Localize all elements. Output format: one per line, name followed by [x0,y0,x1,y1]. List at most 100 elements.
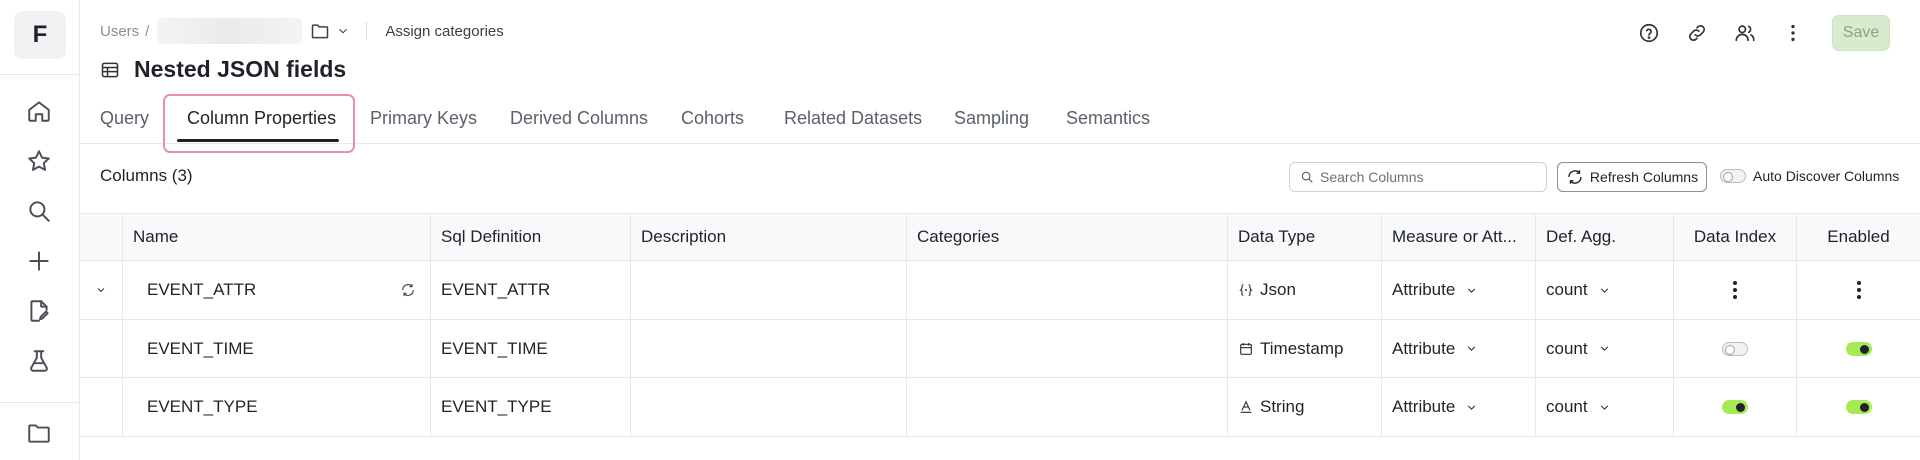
default-aggregation-dropdown[interactable]: count [1536,378,1674,436]
assign-categories-link[interactable]: Assign categories [385,23,503,40]
column-name: EVENT_ATTR [147,280,257,299]
chevron-down-icon [339,28,348,34]
cell-name[interactable]: EVENT_TIME [123,320,431,377]
enabled-toggle[interactable] [1845,341,1872,356]
header-data-type[interactable]: Data Type [1228,214,1382,260]
breadcrumb-users-link[interactable]: Users [100,23,139,40]
search-columns-input[interactable] [1320,169,1540,185]
help-icon[interactable] [1636,20,1662,46]
tab-related-datasets[interactable]: Related Datasets [784,108,922,129]
columns-count-heading: Columns (3) [100,166,193,185]
data-index-toggle[interactable] [1722,400,1748,414]
data-index-cell [1674,378,1797,436]
cell-name[interactable]: EVENT_ATTR [123,261,431,319]
enabled-toggle[interactable] [1845,400,1872,414]
more-vertical-icon[interactable] [1780,20,1806,46]
auto-discover-columns: Auto Discover Columns [1720,168,1899,184]
star-icon[interactable] [24,146,54,176]
header-categories[interactable]: Categories [907,214,1228,260]
columns-table: Name Sql Definition Description Categori… [80,213,1920,437]
default-aggregation-dropdown[interactable]: count [1536,261,1674,319]
cell-data-type[interactable]: String [1228,378,1382,436]
measure-attribute-dropdown[interactable]: Attribute [1382,320,1536,377]
sidebar-divider [0,74,80,75]
enabled-menu[interactable] [1797,261,1920,319]
breadcrumb-separator: / [145,22,150,40]
header-default-aggregation[interactable]: Def. Agg. [1536,214,1674,260]
chevron-down-icon [1600,404,1608,410]
tab-primary-keys[interactable]: Primary Keys [370,108,477,129]
app-logo[interactable]: F [14,11,66,59]
cell-sql-definition[interactable]: EVENT_TYPE [431,378,631,436]
tab-query[interactable]: Query [100,108,149,129]
chevron-down-icon [97,288,105,293]
breadcrumb: Users / Assign categories [100,18,504,44]
expand-row-button[interactable] [80,261,123,319]
expand-cell [80,320,123,377]
save-button[interactable]: Save [1832,15,1890,51]
header-sql-definition[interactable]: Sql Definition [431,214,631,260]
more-vertical-icon [1856,281,1862,299]
header-measure-or-attribute[interactable]: Measure or Att... [1382,214,1536,260]
refresh-columns-label: Refresh Columns [1589,169,1699,185]
chevron-down-icon [1468,404,1476,410]
tab-cohorts[interactable]: Cohorts [681,108,744,129]
folder-icon[interactable] [24,418,54,448]
folder-picker[interactable] [310,21,350,41]
auto-discover-toggle[interactable] [1720,169,1746,183]
table-row: EVENT_TYPE EVENT_TYPE String Attribute c… [80,378,1920,437]
table-icon [101,62,119,77]
header-enabled[interactable]: Enabled [1797,214,1920,260]
data-index-toggle[interactable] [1722,341,1748,356]
measure-attribute-dropdown[interactable]: Attribute [1382,378,1536,436]
breadcrumb-redacted-name[interactable] [157,18,303,44]
home-icon[interactable] [24,96,54,126]
chevron-down-icon [1600,346,1608,351]
lab-icon[interactable] [24,346,54,376]
edit-file-icon[interactable] [24,296,54,326]
search-icon [1301,171,1313,183]
cell-data-type[interactable]: Timestamp [1228,320,1382,377]
cell-description[interactable] [631,378,907,436]
aggregation-value: count [1546,338,1588,358]
tab-bar: Query Column Properties Primary Keys Der… [80,98,1920,144]
folder-icon [312,24,329,39]
refresh-columns-button[interactable]: Refresh Columns [1557,162,1707,192]
default-aggregation-dropdown[interactable]: count [1536,320,1674,377]
cell-name[interactable]: EVENT_TYPE [123,378,431,436]
cell-description[interactable] [631,261,907,319]
chevron-down-icon [1468,346,1476,351]
sync-icon[interactable] [400,282,416,303]
cell-sql-definition[interactable]: EVENT_ATTR [431,261,631,319]
cell-categories[interactable] [907,320,1228,377]
app-root: F Users / Assign categories Save Nested … [0,0,1920,460]
data-index-cell [1674,320,1797,377]
search-icon[interactable] [24,196,54,226]
cell-categories[interactable] [907,261,1228,319]
search-columns-field[interactable] [1289,162,1547,192]
aggregation-value: count [1546,280,1588,299]
cell-sql-definition[interactable]: EVENT_TIME [431,320,631,377]
tab-semantics[interactable]: Semantics [1066,108,1150,129]
sidebar: F [0,0,80,460]
link-icon[interactable] [1684,20,1710,46]
tab-sampling[interactable]: Sampling [954,108,1029,129]
json-icon [1239,284,1253,296]
cell-description[interactable] [631,320,907,377]
refresh-icon [1568,170,1582,184]
header-description[interactable]: Description [631,214,907,260]
tab-derived-columns[interactable]: Derived Columns [510,108,648,129]
users-icon[interactable] [1732,20,1758,46]
cell-categories[interactable] [907,378,1228,436]
chevron-down-icon [1600,287,1608,293]
header-name[interactable]: Name [123,214,431,260]
calendar-icon [1240,342,1252,355]
header-data-index[interactable]: Data Index [1674,214,1797,260]
measure-attribute-dropdown[interactable]: Attribute [1382,261,1536,319]
plus-icon[interactable] [24,246,54,276]
measure-attribute-value: Attribute [1392,280,1456,299]
cell-data-type[interactable]: Json [1228,261,1382,319]
data-index-menu[interactable] [1674,261,1797,319]
string-icon [1240,400,1252,413]
header-actions: Save [1636,14,1890,52]
